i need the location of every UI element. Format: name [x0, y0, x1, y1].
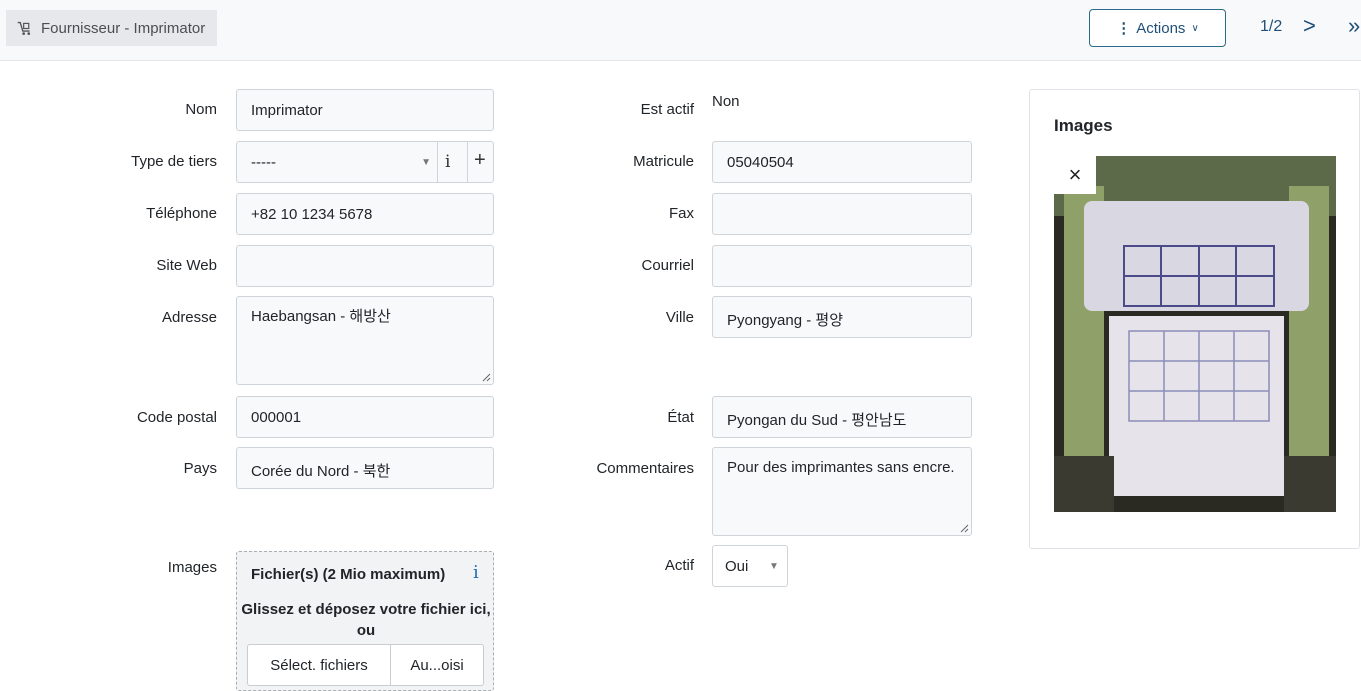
est-actif-value: Non [712, 93, 740, 110]
actif-select[interactable]: Oui ▼ [712, 545, 788, 587]
adresse-value: Haebangsan - 해방산 [251, 308, 391, 325]
matricule-input[interactable]: 05040504 [712, 141, 972, 183]
printer-photo: × [1054, 156, 1336, 512]
fax-input[interactable] [712, 193, 972, 235]
top-bar: Fournisseur - Imprimator ⋮ Actions ∨ 1/2… [0, 0, 1361, 61]
nom-label: Nom [185, 101, 217, 118]
nom-input[interactable]: Imprimator [236, 89, 494, 131]
chevron-down-icon: ∨ [1191, 22, 1199, 34]
printer-photo-image [1054, 156, 1336, 512]
courriel-label: Courriel [641, 257, 694, 274]
code-postal-label: Code postal [136, 409, 217, 426]
telephone-input[interactable]: +82 10 1234 5678 [236, 193, 494, 235]
next-record-icon[interactable]: > [1303, 14, 1316, 38]
ville-input[interactable]: Pyongyang - 평양 [712, 296, 972, 338]
last-record-icon[interactable]: » [1348, 14, 1360, 38]
remove-image-button[interactable]: × [1054, 156, 1096, 194]
info-icon[interactable]: i [473, 562, 479, 583]
supplier-icon [17, 21, 31, 35]
add-icon[interactable]: + [474, 149, 486, 172]
images-card: Images × [1029, 89, 1360, 549]
resize-handle-icon[interactable] [960, 524, 969, 533]
pager-count: 1/2 [1260, 18, 1283, 35]
adresse-label: Adresse [161, 309, 217, 326]
type-tiers-value: ----- [251, 154, 276, 171]
select-files-button[interactable]: Sélect. fichiers [247, 644, 391, 686]
actif-value: Oui [725, 558, 749, 575]
adresse-textarea[interactable]: Haebangsan - 해방산 [236, 296, 494, 385]
file-status: Au...oisi [390, 644, 484, 686]
breadcrumb-label: Fournisseur - Imprimator [41, 19, 206, 37]
fax-label: Fax [668, 205, 694, 222]
ville-label: Ville [665, 309, 694, 326]
pays-select[interactable]: Corée du Nord - 북한 [236, 447, 494, 489]
vertical-dots-icon: ⋮ [1116, 20, 1131, 37]
courriel-input[interactable] [712, 245, 972, 287]
caret-down-icon: ▼ [769, 561, 779, 572]
commentaires-textarea[interactable]: Pour des imprimantes sans encre. [712, 447, 972, 536]
images-card-title: Images [1054, 116, 1113, 135]
commentaires-label: Commentaires [596, 460, 694, 477]
dropzone-text: Glissez et déposez votre fichier ici, ou [241, 601, 491, 639]
actions-button[interactable]: ⋮ Actions ∨ [1089, 9, 1226, 47]
commentaires-value: Pour des imprimantes sans encre. [727, 459, 955, 476]
code-postal-input[interactable]: 000001 [236, 396, 494, 438]
site-web-label: Site Web [156, 257, 217, 274]
resize-handle-icon[interactable] [482, 373, 491, 382]
breadcrumb[interactable]: Fournisseur - Imprimator [6, 10, 218, 46]
etat-input[interactable]: Pyongan du Sud - 평안남도 [712, 396, 972, 438]
site-web-input[interactable] [236, 245, 494, 287]
matricule-label: Matricule [633, 153, 694, 170]
caret-down-icon: ▼ [421, 157, 431, 168]
actions-label: Actions [1136, 19, 1186, 37]
est-actif-label: Est actif [640, 101, 694, 118]
dropzone-title: Fichier(s) (2 Mio maximum) [251, 566, 446, 583]
telephone-label: Téléphone [146, 205, 217, 222]
file-dropzone[interactable]: Fichier(s) (2 Mio maximum) i Glissez et … [236, 551, 494, 691]
type-tiers-select[interactable]: ----- ▼ i + [236, 141, 494, 183]
type-tiers-label: Type de tiers [131, 153, 217, 170]
etat-label: État [667, 409, 694, 426]
actif-label: Actif [664, 557, 694, 574]
info-icon[interactable]: i [445, 152, 450, 172]
pays-label: Pays [183, 460, 217, 477]
images-label: Images [167, 559, 217, 576]
